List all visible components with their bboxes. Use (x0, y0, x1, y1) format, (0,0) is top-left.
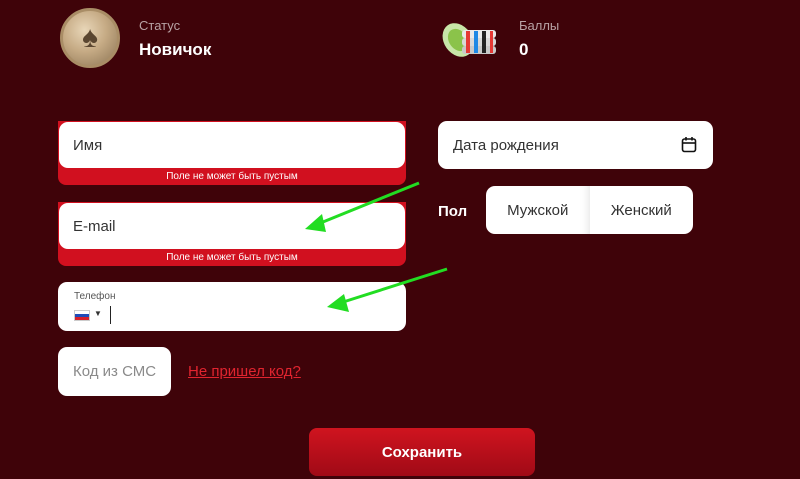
calendar-icon[interactable] (681, 136, 697, 153)
gender-option-male[interactable]: Мужской (486, 186, 590, 234)
gender-option-female[interactable]: Женский (590, 186, 694, 234)
email-input[interactable]: E-mail (59, 203, 405, 249)
russia-flag-icon[interactable] (74, 310, 90, 321)
text-cursor (110, 306, 111, 324)
name-error-frame: Имя Поле не может быть пустым (58, 121, 406, 185)
points-value: 0 (519, 40, 529, 59)
email-error-text: Поле не может быть пустым (166, 252, 298, 263)
gender-label: Пол (438, 203, 468, 220)
chevron-down-icon[interactable]: ▼ (94, 309, 102, 318)
name-error-text: Поле не может быть пустым (166, 171, 298, 182)
gender-toggle: Мужской Женский (486, 186, 693, 234)
poker-chips-icon (442, 23, 496, 57)
phone-input[interactable]: Телефон ▼ (58, 282, 406, 331)
email-field-group: E-mail Поле не может быть пустым (58, 202, 406, 266)
save-button[interactable]: Сохранить (309, 428, 535, 476)
status-label: Статус (139, 18, 181, 33)
dob-placeholder: Дата рождения (453, 136, 559, 154)
phone-label: Телефон (74, 291, 116, 302)
sms-code-input[interactable]: Код из СМС (58, 347, 171, 396)
status-value: Новичок (139, 40, 212, 59)
points-label: Баллы (519, 18, 560, 33)
status-chip-icon: ♠ (60, 8, 120, 68)
name-field-group: Имя Поле не может быть пустым (58, 121, 406, 185)
name-input[interactable]: Имя (59, 122, 405, 168)
dob-input[interactable]: Дата рождения (438, 121, 713, 169)
email-error-frame: E-mail Поле не может быть пустым (58, 202, 406, 266)
resend-code-link[interactable]: Не пришел код? (188, 363, 301, 380)
